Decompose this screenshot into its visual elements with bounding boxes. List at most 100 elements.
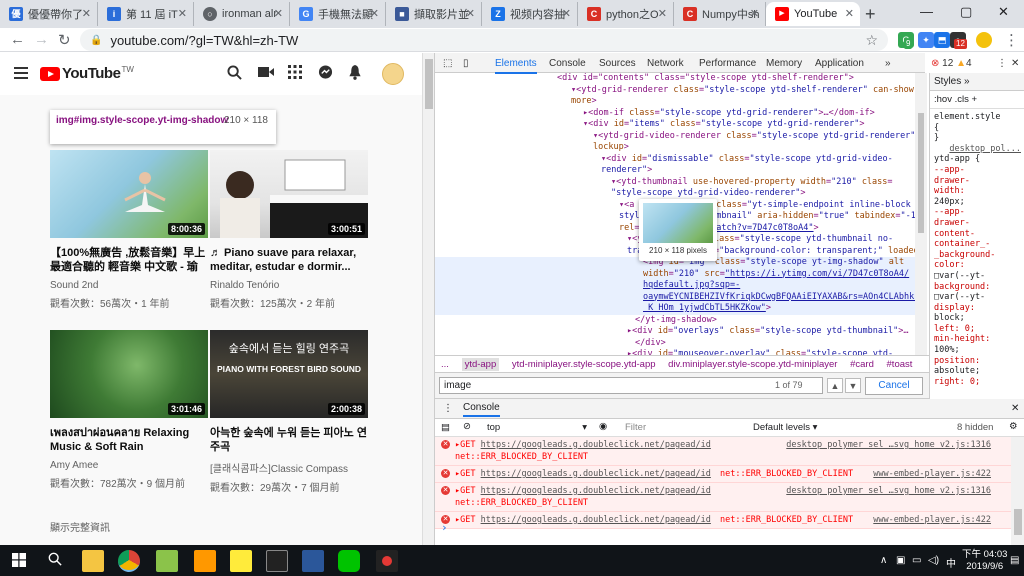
console-prompt-chevron-icon[interactable]: › <box>441 521 448 534</box>
browser-tab-5[interactable]: ■ 擷取影片並 ✕ <box>386 2 482 26</box>
tab-elements[interactable]: Elements <box>495 58 537 74</box>
close-devtools-icon[interactable]: ✕ <box>1011 58 1019 69</box>
video-title[interactable]: เพลงสปาผ่อนคลาย Relaxing Music & Soft Ra… <box>50 426 208 454</box>
browser-tab-6[interactable]: Z 视频内容抽 ✕ <box>482 2 578 26</box>
tray-app-icon[interactable]: ▣ <box>896 555 905 566</box>
extension-icon[interactable]: ✦ <box>918 32 934 48</box>
device-toolbar-icon[interactable]: ▯ <box>463 58 469 69</box>
dom-node[interactable]: ▾<ytd-grid-renderer class="style-scope y… <box>435 85 915 97</box>
tab-sources[interactable]: Sources <box>599 58 636 69</box>
console-error-row[interactable]: ✕ ▸GET https://googleads.g.doubleclick.n… <box>435 437 1011 466</box>
create-video-icon[interactable] <box>258 65 274 83</box>
tab-application[interactable]: Application <box>815 58 864 69</box>
tab-performance[interactable]: Performance <box>699 58 756 69</box>
console-error-row[interactable]: ✕ ▸GET https://googleads.g.doubleclick.n… <box>435 512 1011 529</box>
close-icon[interactable]: ✕ <box>466 7 475 20</box>
browser-tab-youtube[interactable]: ▶ YouTube ✕ <box>766 2 860 26</box>
context-select[interactable]: top ▾ <box>487 422 587 433</box>
error-url-link[interactable]: https://googleads.g.doubleclick.net/page… <box>481 486 711 496</box>
console-settings-gear-icon[interactable]: ⚙ <box>1009 421 1018 432</box>
dom-node[interactable]: ▾<ytd-grid-video-renderer class="style-s… <box>435 131 915 143</box>
bookmark-star-icon[interactable]: ☆ <box>865 32 878 49</box>
scrollbar-thumb[interactable] <box>1014 509 1022 535</box>
video-title[interactable]: 【100%無廣告 ,放鬆音樂】早上最適合聽的 輕音樂 中文歌 - 瑜伽 <box>50 246 208 274</box>
show-more-link[interactable]: 顯示完整資訊 <box>50 519 110 534</box>
close-icon[interactable]: ✕ <box>750 7 759 20</box>
minimize-button[interactable]: — <box>920 4 933 19</box>
browser-tab-7[interactable]: Cpython之O ✕ <box>578 2 674 26</box>
dom-node[interactable]: </yt-img-shadow> <box>435 315 915 327</box>
styles-filter-buttons[interactable]: :hov .cls <box>934 94 969 105</box>
search-prev-button[interactable]: ▲ <box>827 378 843 393</box>
browser-tab-1[interactable]: 優優優帶你了 ✕ <box>0 2 98 26</box>
more-tabs-icon[interactable]: » <box>885 58 891 69</box>
log-levels-select[interactable]: Default levels ▾ <box>753 422 817 433</box>
more-panes-icon[interactable]: » <box>964 76 970 87</box>
chrome-icon[interactable] <box>118 550 140 572</box>
terminal-icon[interactable] <box>266 550 288 572</box>
channel-name[interactable]: Amy Amee <box>50 460 208 471</box>
video-title[interactable]: ♬ Piano suave para relaxar, meditar, est… <box>210 246 368 274</box>
breadcrumb-item[interactable]: ... <box>441 359 449 370</box>
breadcrumb-item[interactable]: div.miniplayer.style-scope.ytd-miniplaye… <box>668 359 837 370</box>
search-next-button[interactable]: ▼ <box>845 378 861 393</box>
browser-tab-3[interactable]: ○ ironman alr ✕ <box>194 2 290 26</box>
notifications-bell-icon[interactable] <box>348 65 362 84</box>
word-icon[interactable] <box>302 550 324 572</box>
close-icon[interactable]: ✕ <box>370 7 379 20</box>
messages-icon[interactable] <box>318 65 333 84</box>
breadcrumb-item[interactable]: ytd-app <box>461 358 500 371</box>
browser-tab-8[interactable]: C Numpy中sh ✕ <box>674 2 766 26</box>
tab-console-drawer[interactable]: Console <box>463 402 500 417</box>
error-source-link[interactable]: www-embed-player.js:422 <box>873 468 991 480</box>
error-source-link[interactable]: desktop polymer sel …svg home v2.js:1316 <box>786 485 991 497</box>
scrollbar-thumb[interactable] <box>918 113 924 233</box>
forward-button[interactable]: → <box>34 31 49 48</box>
maximize-button[interactable]: ▢ <box>960 4 972 20</box>
channel-name[interactable]: Sound 2nd <box>50 280 208 291</box>
close-icon[interactable]: ✕ <box>845 7 854 20</box>
tray-chevron-up-icon[interactable]: ∧ <box>880 555 887 566</box>
dom-node[interactable]: ▸<dom-if class="style-scope ytd-grid-ren… <box>435 108 915 120</box>
network-icon[interactable]: ▭ <box>912 555 921 566</box>
error-counter[interactable]: ⊗ 12 ▲4 <box>931 58 972 69</box>
line-icon[interactable] <box>338 550 360 572</box>
close-icon[interactable]: ✕ <box>658 7 667 20</box>
file-explorer-icon[interactable] <box>82 550 104 572</box>
apps-grid-icon[interactable] <box>288 65 302 83</box>
youtube-logo[interactable]: YouTube TW <box>40 65 134 82</box>
video-card[interactable]: 8:00:36 【100%無廣告 ,放鬆音樂】早上最適合聽的 輕音樂 中文歌 -… <box>50 150 208 310</box>
elements-scrollbar[interactable] <box>915 73 927 355</box>
close-icon[interactable]: ✕ <box>82 7 91 20</box>
tab-memory[interactable]: Memory <box>766 58 802 69</box>
close-icon[interactable]: ✕ <box>178 7 187 20</box>
menu-kebab-icon[interactable]: ⋮ <box>1004 31 1019 49</box>
console-error-row[interactable]: ✕ ▸GET https://googleads.g.doubleclick.n… <box>435 483 1011 512</box>
record-icon[interactable] <box>376 550 398 572</box>
search-cancel-button[interactable]: Cancel <box>865 377 923 395</box>
new-tab-button[interactable]: + <box>865 4 876 25</box>
avatar[interactable] <box>382 63 404 85</box>
address-bar[interactable]: 🔒 youtube.com/?gl=TW&hl=zh-TW ☆ <box>80 29 888 51</box>
notification-center-icon[interactable]: ▤ <box>1010 555 1019 566</box>
reload-button[interactable]: ↻ <box>58 31 71 49</box>
error-source-link[interactable]: desktop polymer sel …svg home v2.js:1316 <box>786 439 991 451</box>
breadcrumb-item[interactable]: ytd-miniplayer.style-scope.ytd-app <box>512 359 656 370</box>
search-icon[interactable] <box>227 65 242 84</box>
video-title[interactable]: 아늑한 숲속에 누워 듣는 피아노 연주곡 <box>210 426 368 454</box>
back-button[interactable]: ← <box>10 31 25 48</box>
tab-styles[interactable]: Styles <box>934 76 961 87</box>
ime-indicator[interactable]: 中 <box>946 555 956 570</box>
inspect-element-icon[interactable]: ⬚ <box>443 58 452 69</box>
styles-filter[interactable]: :hov .cls + <box>930 91 1024 109</box>
app-icon[interactable] <box>156 550 178 572</box>
breadcrumb-item[interactable]: #card <box>850 359 874 370</box>
dom-node[interactable]: ▸<div id="overlays" class="style-scope y… <box>435 326 915 338</box>
close-window-button[interactable]: ✕ <box>998 4 1009 20</box>
console-filter-input[interactable]: Filter <box>625 422 646 433</box>
video-card[interactable]: 3:01:46 เพลงสปาผ่อนคลาย Relaxing Music &… <box>50 330 208 490</box>
windows-start-icon[interactable] <box>12 553 26 570</box>
drawer-menu-icon[interactable]: ⋮ <box>443 403 453 414</box>
sticky-notes-icon[interactable] <box>230 550 252 572</box>
channel-name[interactable]: [클래식콤파스]Classic Compass <box>210 460 368 475</box>
